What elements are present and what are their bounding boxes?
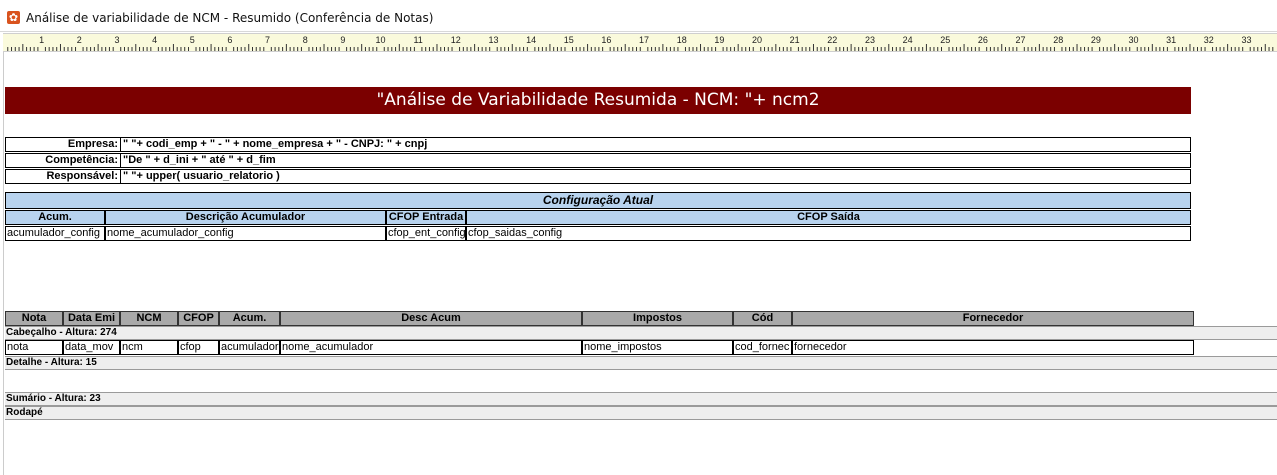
ruler-number: 13	[488, 35, 498, 45]
gear-icon: ✿	[7, 11, 20, 24]
ruler-number: 33	[1241, 35, 1251, 45]
band-summary-label[interactable]: Sumário - Altura: 23	[5, 392, 1277, 406]
ruler-number: 6	[227, 35, 232, 45]
column-header-fornecedor[interactable]: Fornecedor	[792, 311, 1194, 326]
ruler-number: 18	[677, 35, 687, 45]
ruler-number: 4	[152, 35, 157, 45]
detail-field-ncm[interactable]: ncm	[120, 340, 178, 355]
detail-field-data-mov[interactable]: data_mov	[63, 340, 120, 355]
window-title: Análise de variabilidade de NCM - Resumi…	[26, 11, 434, 25]
band-footer-label[interactable]: Rodapé	[5, 406, 1277, 420]
detail-field-fornecedor[interactable]: fornecedor	[792, 340, 1194, 355]
config-header-descricao[interactable]: Descrição Acumulador	[105, 210, 386, 225]
column-header-cfop[interactable]: CFOP	[178, 311, 219, 326]
column-header-ncm[interactable]: NCM	[120, 311, 178, 326]
config-header-acum[interactable]: Acum.	[5, 210, 105, 225]
detail-field-cod-fornec[interactable]: cod_fornec	[733, 340, 792, 355]
band-detail-label[interactable]: Detalhe - Altura: 15	[5, 356, 1277, 370]
ruler-number: 30	[1128, 35, 1138, 45]
detail-field-cfop[interactable]: cfop	[178, 340, 219, 355]
detail-field-nome-impostos[interactable]: nome_impostos	[582, 340, 733, 355]
ruler-number: 10	[375, 35, 385, 45]
ruler-number: 27	[1016, 35, 1026, 45]
column-header-data-emi[interactable]: Data Emi	[63, 311, 120, 326]
ruler-number: 19	[714, 35, 724, 45]
detail-field-nota[interactable]: nota	[5, 340, 63, 355]
info-row-competencia[interactable]: Competência: "De " + d_ini + " até " + d…	[5, 153, 1191, 168]
ruler-number: 26	[978, 35, 988, 45]
info-row-empresa[interactable]: Empresa: " "+ codi_emp + " - " + nome_em…	[5, 137, 1191, 152]
config-field-cfop-saida[interactable]: cfop_saidas_config	[466, 226, 1191, 241]
ruler-number: 5	[190, 35, 195, 45]
horizontal-ruler: 1 2 3 4 5 6 7 8 9 10 11 12 13 14 15 16 17 18 19 20 21 22 23 24 2…	[3, 33, 1277, 52]
ruler-number: 21	[790, 35, 800, 45]
info-label: Competência:	[6, 154, 121, 167]
ruler-number: 2	[77, 35, 82, 45]
config-field-cfop-entrada[interactable]: cfop_ent_config	[386, 226, 466, 241]
column-header-nota[interactable]: Nota	[5, 311, 63, 326]
detail-field-acumulador[interactable]: acumulador	[219, 340, 280, 355]
band-header-label[interactable]: Cabeçalho - Altura: 274	[5, 326, 1277, 340]
detail-field-nome-acumulador[interactable]: nome_acumulador	[280, 340, 582, 355]
info-value: " "+ upper( usuario_relatorio )	[123, 170, 280, 182]
ruler-number: 1	[39, 35, 44, 45]
ruler-number: 17	[639, 35, 649, 45]
ruler-number: 25	[940, 35, 950, 45]
column-header-impostos[interactable]: Impostos	[582, 311, 733, 326]
config-header-cfop-entrada[interactable]: CFOP Entrada	[386, 210, 466, 225]
ruler-number: 16	[601, 35, 611, 45]
ruler-number: 32	[1204, 35, 1214, 45]
ruler-number: 8	[303, 35, 308, 45]
ruler-number: 9	[340, 35, 345, 45]
ruler-number: 22	[827, 35, 837, 45]
ruler-number: 24	[903, 35, 913, 45]
ruler-number: 11	[413, 35, 422, 45]
ruler-number: 3	[114, 35, 119, 45]
ruler-number: 15	[564, 35, 574, 45]
report-title[interactable]: "Análise de Variabilidade Resumida - NCM…	[5, 87, 1191, 114]
info-value: "De " + d_ini + " até " + d_fim	[123, 154, 276, 166]
ruler-number: 29	[1091, 35, 1101, 45]
column-header-cod[interactable]: Cód	[733, 311, 792, 326]
config-field-nome-acumulador[interactable]: nome_acumulador_config	[105, 226, 386, 241]
window-titlebar: ✿ Análise de variabilidade de NCM - Resu…	[0, 0, 1277, 32]
ruler-number: 7	[265, 35, 270, 45]
ruler-number: 14	[526, 35, 536, 45]
column-header-desc-acum[interactable]: Desc Acum	[280, 311, 582, 326]
ruler-number: 12	[451, 35, 461, 45]
ruler-number: 28	[1053, 35, 1063, 45]
ruler-number: 31	[1166, 35, 1176, 45]
info-row-responsavel[interactable]: Responsável: " "+ upper( usuario_relator…	[5, 169, 1191, 184]
ruler-number: 20	[752, 35, 762, 45]
info-label: Empresa:	[6, 138, 121, 151]
ruler-number: 23	[865, 35, 875, 45]
config-section-title[interactable]: Configuração Atual	[5, 192, 1191, 209]
config-field-acumulador[interactable]: acumulador_config	[5, 226, 105, 241]
info-value: " "+ codi_emp + " - " + nome_empresa + "…	[123, 138, 428, 150]
config-header-cfop-saida[interactable]: CFOP Saída	[466, 210, 1191, 225]
column-header-acum[interactable]: Acum.	[219, 311, 280, 326]
info-label: Responsável:	[6, 170, 121, 183]
